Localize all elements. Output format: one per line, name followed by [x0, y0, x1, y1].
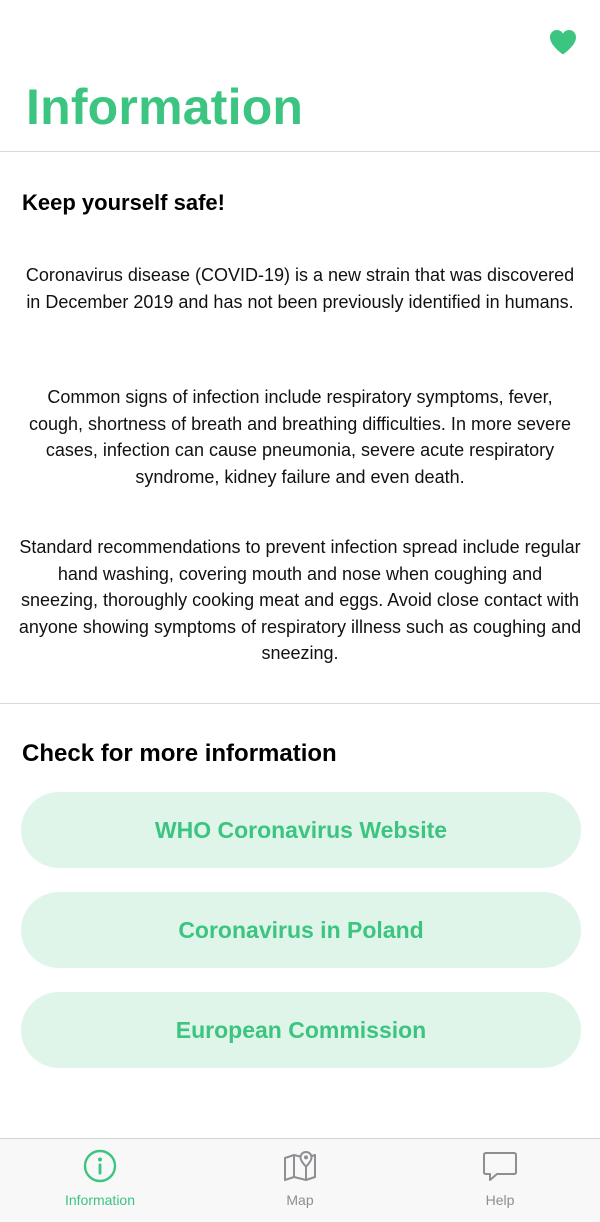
heart-icon: [550, 30, 576, 55]
map-icon: [284, 1150, 316, 1181]
more-info-heading: Check for more information: [22, 740, 337, 767]
intro-heading: Keep yourself safe!: [22, 190, 225, 215]
tab-information-label: Information: [64, 1192, 136, 1208]
coronavirus-poland-button[interactable]: Coronavirus in Poland: [21, 892, 581, 968]
tab-map[interactable]: Map: [200, 1139, 400, 1222]
section-divider: [0, 703, 600, 704]
tab-help-label: Help: [485, 1192, 515, 1208]
information-screen: Information Keep yourself safe! Coronavi…: [0, 0, 600, 1222]
favorite-button[interactable]: [548, 28, 578, 56]
tab-information[interactable]: Information: [0, 1139, 200, 1222]
speech-bubble-icon: [483, 1152, 517, 1181]
page-title: Information: [26, 79, 304, 135]
tab-map-label: Map: [286, 1192, 314, 1208]
tab-bar: Information Map Help: [0, 1138, 600, 1222]
intro-paragraph: Coronavirus disease (COVID-19) is a new …: [25, 265, 575, 312]
tab-help[interactable]: Help: [400, 1139, 600, 1222]
who-website-button[interactable]: WHO Coronavirus Website: [21, 792, 581, 868]
symptoms-paragraph: Common signs of infection include respir…: [29, 387, 571, 487]
prevention-paragraph: Standard recommendations to prevent infe…: [18, 537, 582, 663]
header-divider: [0, 151, 600, 152]
european-commission-button[interactable]: European Commission: [21, 992, 581, 1068]
info-circle-icon: [83, 1149, 117, 1183]
